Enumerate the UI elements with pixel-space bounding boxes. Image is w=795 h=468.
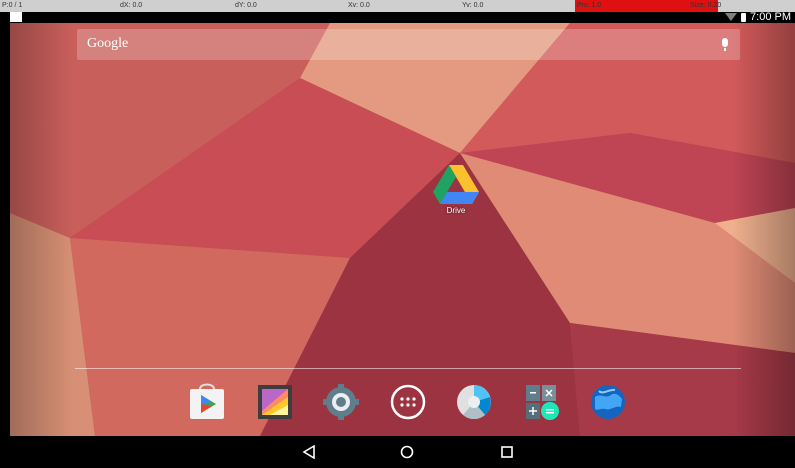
app-drawer-icon[interactable] [389,383,427,421]
recents-icon[interactable] [499,444,515,460]
camera-icon[interactable] [455,383,493,421]
wallpaper-vignette [10,23,795,436]
home-icon[interactable] [399,444,415,460]
back-icon[interactable] [301,444,317,460]
battery-icon [741,12,747,22]
dx-readout: dX: 0.0 [120,2,143,9]
pointer-count-readout: P:0 / 1 [2,2,23,9]
notification-icon [10,12,22,22]
status-bar [0,12,795,23]
size-readout: Size: 0.20 [690,2,722,9]
drive-label: Drive [446,206,466,215]
play-store-icon[interactable] [188,383,226,421]
dy-readout: dY: 0.0 [235,2,257,9]
yv-readout: Yv: 0.0 [462,2,484,9]
google-search-bar[interactable]: Google [77,29,740,60]
drive-icon [433,165,479,204]
navigation-bar [10,436,795,468]
wifi-icon [725,13,738,21]
gallery-icon[interactable] [256,383,294,421]
calculator-icon[interactable] [522,383,560,421]
browser-icon[interactable] [589,383,627,421]
pressure-readout: Prs: 1.0 [577,2,602,9]
xv-readout: Xv: 0.0 [348,2,370,9]
status-indicators: 7:00 PM [725,10,791,24]
search-label: Google [87,36,129,51]
drive-shortcut[interactable]: Drive [428,165,484,227]
dock-divider [75,368,741,369]
settings-icon[interactable] [322,383,360,421]
clock: 7:00 PM [750,11,791,23]
mic-icon[interactable] [722,38,728,51]
pointer-location-overlay: P:0 / 1 dX: 0.0 dY: 0.0 Xv: 0.0 Yv: 0.0 … [0,0,795,12]
